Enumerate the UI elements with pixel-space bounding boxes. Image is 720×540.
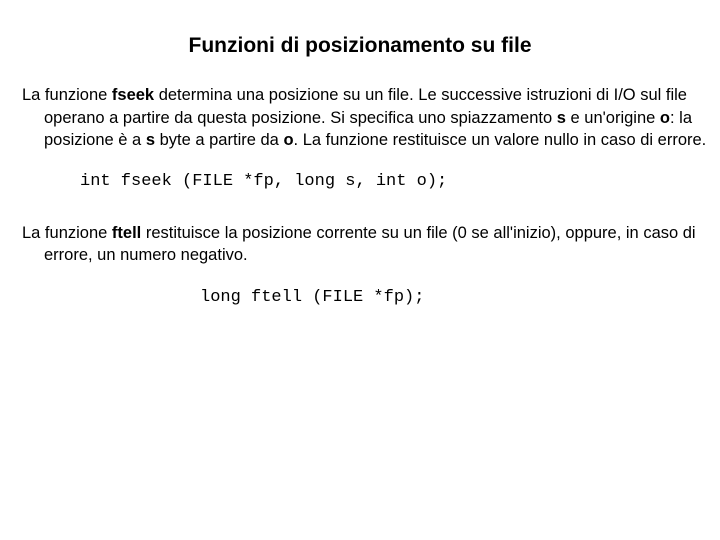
bold-o: o xyxy=(660,109,670,127)
text: . La funzione restituisce un valore null… xyxy=(294,131,707,149)
slide-title: Funzioni di posizionamento su file xyxy=(0,0,720,84)
code-ftell-signature: long ftell (FILE *fp); xyxy=(0,287,720,310)
bold-s: s xyxy=(557,109,566,127)
text: La funzione xyxy=(22,86,112,104)
bold-o2: o xyxy=(283,131,293,149)
bold-s2: s xyxy=(146,131,155,149)
text: byte a partire da xyxy=(155,131,283,149)
text: e un'origine xyxy=(566,109,660,127)
paragraph-ftell: La funzione ftell restituisce la posizio… xyxy=(22,222,720,267)
text: restituisce la posizione corrente su un … xyxy=(44,224,696,264)
bold-ftell: ftell xyxy=(112,224,141,242)
slide: Funzioni di posizionamento su file La fu… xyxy=(0,0,720,540)
paragraph-fseek: La funzione fseek determina una posizion… xyxy=(22,84,720,151)
bold-fseek: fseek xyxy=(112,86,154,104)
text: La funzione xyxy=(22,224,112,242)
code-fseek-signature: int fseek (FILE *fp, long s, int o); xyxy=(0,171,720,194)
